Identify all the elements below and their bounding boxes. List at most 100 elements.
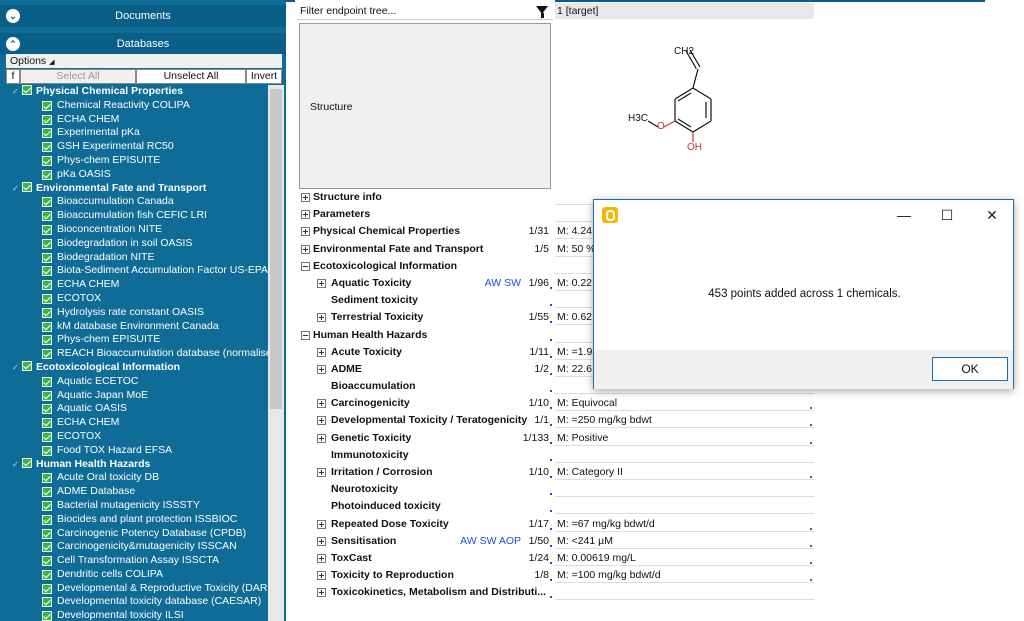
checkbox-icon[interactable] — [42, 528, 52, 539]
target-column-header[interactable]: 1 [target] — [555, 3, 814, 19]
checkbox-icon[interactable] — [42, 514, 52, 525]
endpoint-value-cell[interactable]: M: <241 µM — [555, 533, 814, 549]
database-item[interactable]: Food TOX Hazard EFSA — [6, 444, 268, 458]
endpoint-tag[interactable]: AW SW AOP — [460, 533, 521, 550]
database-item[interactable]: Phys-chem EPISUITE — [6, 154, 268, 168]
expand-icon[interactable]: ✓ — [12, 361, 20, 375]
checkbox-icon[interactable] — [42, 542, 52, 553]
checkbox-icon[interactable] — [42, 556, 52, 567]
checkbox-icon[interactable] — [42, 445, 52, 456]
options-menu[interactable]: Options ◢ — [6, 54, 282, 68]
expand-plus-icon[interactable] — [301, 244, 310, 254]
checkbox-icon[interactable] — [42, 169, 52, 180]
endpoint-value-cell[interactable] — [555, 584, 814, 601]
expand-plus-icon[interactable] — [317, 399, 326, 409]
database-item[interactable]: ECOTOX — [6, 292, 268, 306]
documents-header[interactable]: ⌄ Documents — [0, 5, 286, 27]
tree-category[interactable]: ✓ Ecotoxicological Information — [6, 360, 268, 375]
expand-plus-icon[interactable] — [317, 416, 326, 426]
endpoint-row[interactable]: Toxicity to Reproduction 1/8 M: =100 mg/kg… — [297, 567, 814, 584]
checkbox-icon[interactable] — [42, 142, 52, 153]
databases-header[interactable]: ⌃ Databases — [0, 33, 286, 55]
ok-button[interactable]: OK — [932, 357, 1008, 381]
checkbox-icon[interactable] — [42, 197, 52, 208]
expand-icon[interactable]: ✓ — [12, 458, 20, 472]
f-button[interactable]: f — [6, 69, 20, 84]
checkbox-icon[interactable] — [42, 390, 52, 401]
database-item[interactable]: Experimental pKa — [6, 126, 268, 140]
expand-plus-icon[interactable] — [317, 536, 326, 546]
expand-plus-icon[interactable] — [317, 553, 326, 563]
database-item[interactable]: Aquatic Japan MoE — [6, 389, 268, 403]
tree-scrollbar[interactable] — [268, 85, 284, 621]
database-item[interactable]: Chemical Reactivity COLIPA — [6, 99, 268, 113]
database-item[interactable]: ADME Database — [6, 485, 268, 499]
checkbox-icon[interactable] — [42, 280, 52, 291]
database-item[interactable]: GSH Experimental RC50 — [6, 140, 268, 154]
database-item[interactable]: REACH Bioaccumulation database (normalis… — [6, 347, 268, 361]
endpoint-row[interactable]: Sensitisation AW SW AOP 1/50 M: <241 µM — [297, 533, 814, 550]
collapse-minus-icon[interactable] — [301, 330, 310, 340]
tree-category[interactable]: ✓ Human Health Hazards — [6, 457, 268, 472]
database-item[interactable]: ECHA CHEM — [6, 113, 268, 127]
checkbox-icon[interactable] — [42, 307, 52, 318]
checkbox-icon[interactable] — [42, 597, 52, 608]
checkbox-icon[interactable] — [42, 404, 52, 415]
chevron-up-icon[interactable]: ⌃ — [6, 37, 20, 51]
checkbox-icon[interactable] — [42, 100, 52, 111]
checkbox-icon[interactable] — [42, 155, 52, 166]
database-item[interactable]: Developmental & Reproductive Toxicity (D… — [6, 582, 268, 596]
checkbox-icon[interactable] — [42, 500, 52, 511]
scrollbar-thumb[interactable] — [270, 89, 282, 409]
checkbox-icon[interactable] — [22, 181, 32, 192]
tree-category[interactable]: ✓ Physical Chemical Properties — [6, 85, 268, 99]
database-item[interactable]: Bacterial mutagenicity ISSSTY — [6, 499, 268, 513]
endpoint-value-cell[interactable]: M: 0.00619 mg/L — [555, 550, 814, 566]
checkbox-icon[interactable] — [42, 418, 52, 429]
checkbox-icon[interactable] — [42, 349, 52, 360]
database-item[interactable]: Phys-chem EPISUITE — [6, 333, 268, 347]
endpoint-value-cell[interactable] — [555, 447, 814, 463]
expand-plus-icon[interactable] — [317, 588, 326, 598]
database-item[interactable]: Cell Transformation Assay ISSCTA — [6, 554, 268, 568]
endpoint-row[interactable]: Photoinduced toxicity — [297, 498, 814, 515]
invert-button[interactable]: Invert — [246, 69, 282, 84]
database-item[interactable]: Bioaccumulation fish CEFIC LRI — [6, 209, 268, 223]
checkbox-icon[interactable] — [42, 238, 52, 249]
checkbox-icon[interactable] — [42, 487, 52, 498]
filter-endpoint-input[interactable]: Filter endpoint tree... — [297, 3, 553, 20]
checkbox-icon[interactable] — [42, 569, 52, 580]
expand-plus-icon[interactable] — [317, 278, 326, 288]
expand-icon[interactable]: ✓ — [12, 182, 20, 196]
endpoint-value-cell[interactable]: M: =100 mg/kg bdwt/d — [555, 567, 814, 584]
endpoint-row[interactable]: Neurotoxicity — [297, 481, 814, 498]
database-item[interactable]: Aquatic ECETOC — [6, 375, 268, 389]
endpoint-row[interactable]: Repeated Dose Toxicity 1/17 M: =67 mg/kg b… — [297, 516, 814, 533]
checkbox-icon[interactable] — [42, 114, 52, 125]
checkbox-icon[interactable] — [42, 293, 52, 304]
expand-plus-icon[interactable] — [301, 210, 310, 220]
database-item[interactable]: Biocides and plant protection ISSBIOC — [6, 513, 268, 527]
endpoint-value-cell[interactable] — [555, 481, 814, 498]
expand-plus-icon[interactable] — [317, 364, 326, 374]
endpoint-row[interactable]: Irritation / Corrosion 1/10 M: Category II — [297, 464, 814, 481]
chevron-down-icon[interactable]: ⌄ — [6, 9, 20, 23]
checkbox-icon[interactable] — [42, 266, 52, 277]
collapse-minus-icon[interactable] — [301, 261, 310, 271]
endpoint-value-cell[interactable]: M: Equivocal — [555, 395, 814, 412]
endpoint-row[interactable]: Immunotoxicity — [297, 447, 814, 464]
database-item[interactable]: Bioaccumulation Canada — [6, 195, 268, 209]
checkbox-icon[interactable] — [42, 431, 52, 442]
checkbox-icon[interactable] — [42, 211, 52, 222]
expand-icon[interactable]: ✓ — [12, 85, 20, 99]
database-item[interactable]: Biodegradation NITE — [6, 251, 268, 265]
endpoint-value-cell[interactable]: M: =67 mg/kg bdwt/d — [555, 516, 814, 532]
maximize-button[interactable]: ☐ — [937, 206, 957, 224]
checkbox-icon[interactable] — [42, 611, 52, 621]
minimize-button[interactable]: — — [894, 206, 914, 224]
database-item[interactable]: Biota-Sediment Accumulation Factor US-EP… — [6, 264, 268, 278]
endpoint-row[interactable]: Carcinogenicity 1/10 M: Equivocal — [297, 395, 814, 412]
checkbox-icon[interactable] — [22, 457, 32, 468]
database-item[interactable]: Carcinogenic Potency Database (CPDB) — [6, 527, 268, 541]
expand-plus-icon[interactable] — [317, 519, 326, 529]
